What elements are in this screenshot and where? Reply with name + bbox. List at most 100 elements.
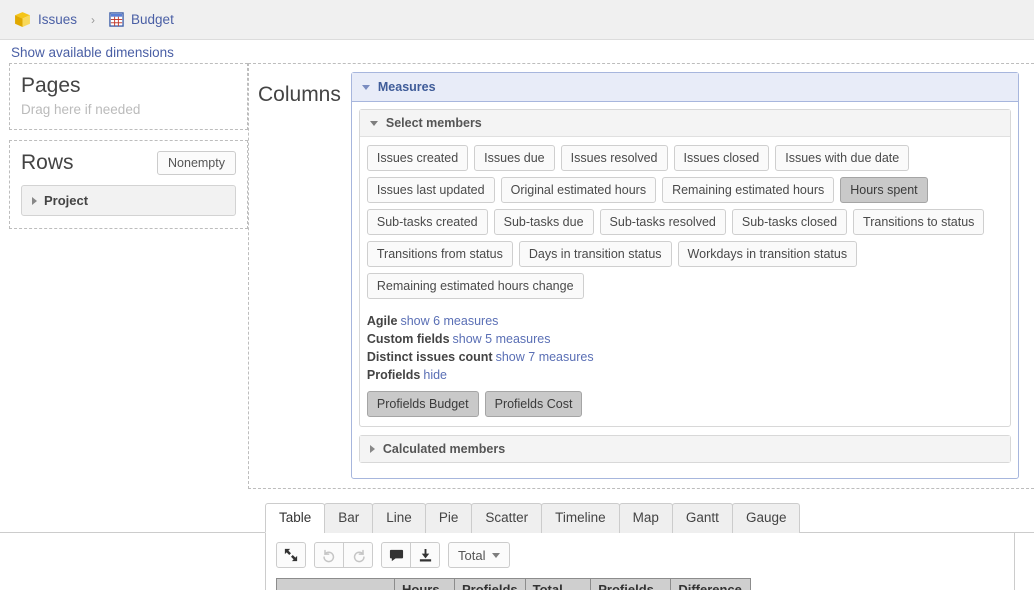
measure-chip[interactable]: Transitions to status [853, 209, 985, 235]
tab-gantt[interactable]: Gantt [671, 503, 733, 533]
measure-group-list: Agile show 6 measures Custom fields show 5 … [367, 312, 1003, 384]
chevron-down-icon [369, 120, 378, 126]
table-column-header: Profields Cost [454, 578, 526, 590]
measure-group-row: Profields hide [367, 366, 1003, 384]
pages-dropzone[interactable]: Pages Drag here if needed [9, 63, 248, 130]
breadcrumb-bar: Issues › Budget [0, 0, 1034, 40]
measure-group-name: Profields [366, 368, 421, 382]
left-zones: Pages Drag here if needed Rows Nonempty … [0, 63, 248, 239]
tab-bar[interactable]: Bar [324, 503, 374, 533]
dimensions-row: Show available dimensions [0, 40, 1034, 63]
tab-scatter[interactable]: Scatter [471, 503, 543, 533]
toolbar-group-fullscreen [276, 542, 306, 568]
measure-chip[interactable]: Remaining estimated hours change [366, 273, 584, 299]
calculated-members-title: Calculated members [382, 442, 506, 456]
measure-chip[interactable]: Sub-tasks due [493, 209, 594, 235]
tab-map[interactable]: Map [618, 503, 673, 533]
table-toolbar: Total [276, 542, 1004, 568]
measure-chip[interactable]: Workdays in transition status [677, 241, 858, 267]
grid-icon [109, 12, 124, 27]
chevron-down-icon [361, 84, 370, 90]
measures-title: Measures [377, 80, 436, 94]
rows-dropzone[interactable]: Rows Nonempty Project [9, 140, 248, 229]
pages-title: Pages [21, 74, 81, 97]
select-members-title: Select members [385, 116, 482, 130]
select-members-header[interactable]: Select members [359, 110, 1010, 137]
chevron-down-icon [492, 552, 501, 558]
measure-chip[interactable]: Original estimated hours [500, 177, 657, 203]
measure-group-toggle-link[interactable]: show 5 measures [453, 332, 551, 346]
right-zones: Columns Measures Select members Issues c… [248, 63, 1034, 489]
chevron-right-icon [369, 445, 375, 453]
pivot-table: Hours spentProfields CostTotal CostProfi… [276, 578, 752, 590]
measure-group-name: Agile [366, 314, 398, 328]
show-available-dimensions-link[interactable]: Show available dimensions [11, 45, 174, 60]
profields-measure-chip[interactable]: Profields Budget [366, 391, 479, 417]
undo-button[interactable] [314, 542, 344, 568]
calculated-members-section: Calculated members [358, 435, 1011, 463]
main-layout: Pages Drag here if needed Rows Nonempty … [0, 63, 1034, 489]
columns-title: Columns [258, 83, 341, 106]
measure-chip[interactable]: Remaining estimated hours [662, 177, 835, 203]
measures-header[interactable]: Measures [351, 73, 1018, 102]
nonempty-button[interactable]: Nonempty [157, 151, 236, 175]
measures-body: Select members Issues created Issues due I… [352, 102, 1018, 478]
measure-group-name: Distinct issues count [366, 350, 493, 364]
table-column-header: Total Cost [524, 578, 592, 590]
cube-icon [14, 11, 31, 28]
breadcrumb: Issues › Budget [14, 11, 174, 28]
pivot-table-head: Hours spentProfields CostTotal CostProfi… [276, 578, 752, 590]
tab-table[interactable]: Table [265, 503, 326, 533]
measure-group-toggle-link[interactable]: hide [423, 368, 447, 382]
table-column-header: Profields Budget [590, 578, 672, 590]
chevron-right-icon [32, 196, 37, 205]
measure-chip[interactable]: Issues last updated [366, 177, 495, 203]
visualization-tabs: Table Bar Line Pie Scatter Timeline Map Gantt Ga… [0, 502, 1034, 533]
rows-header: Rows Nonempty [21, 150, 236, 176]
breadcrumb-item-budget[interactable]: Budget [131, 12, 174, 27]
calculated-members-header[interactable]: Calculated members [359, 436, 1010, 462]
measure-group-toggle-link[interactable]: show 6 measures [400, 314, 498, 328]
columns-dropzone[interactable]: Columns Measures Select members Issues c… [248, 63, 1034, 489]
table-column-header: Hours spent [394, 578, 455, 590]
toolbar-group-history [314, 542, 373, 568]
measure-chip[interactable]: Issues with due date [775, 145, 910, 171]
measure-chip[interactable]: Issues resolved [560, 145, 668, 171]
measure-group-toggle-link[interactable]: show 7 measures [496, 350, 594, 364]
tab-gauge[interactable]: Gauge [731, 503, 801, 533]
toolbar-group-actions [381, 542, 440, 568]
measure-chip[interactable]: Sub-tasks resolved [599, 209, 726, 235]
download-button[interactable] [410, 542, 440, 568]
breadcrumb-item-issues[interactable]: Issues [38, 12, 77, 27]
measure-chip[interactable]: Transitions from status [366, 241, 513, 267]
tab-timeline[interactable]: Timeline [541, 503, 620, 533]
measure-chip[interactable]: Issues created [366, 145, 469, 171]
pages-hint: Drag here if needed [21, 102, 141, 117]
measure-group-row: Distinct issues count show 7 measures [367, 348, 1003, 366]
breadcrumb-separator: › [91, 12, 96, 27]
measure-chip[interactable]: Hours spent [840, 177, 928, 203]
tab-line[interactable]: Line [372, 503, 426, 533]
measure-chip[interactable]: Days in transition status [518, 241, 672, 267]
rows-item-project[interactable]: Project [21, 185, 236, 216]
rows-item-label: Project [44, 193, 89, 208]
table-corner-cell [276, 578, 395, 590]
table-header-row: Hours spentProfields CostTotal CostProfi… [276, 578, 752, 590]
table-column-header: Difference [670, 578, 752, 590]
measure-chip[interactable]: Issues due [474, 145, 555, 171]
total-dropdown[interactable]: Total [448, 542, 511, 568]
tab-pie[interactable]: Pie [424, 503, 473, 533]
measure-chip[interactable]: Sub-tasks created [366, 209, 488, 235]
total-dropdown-label: Total [458, 547, 486, 563]
select-members-section: Select members Issues created Issues due I… [358, 109, 1011, 427]
redo-button[interactable] [343, 542, 373, 568]
measure-chip-list: Issues created Issues due Issues resolved I… [366, 145, 1003, 299]
profields-measure-chip[interactable]: Profields Cost [484, 391, 583, 417]
measure-group-row: Custom fields show 5 measures [367, 330, 1003, 348]
comment-button[interactable] [381, 542, 411, 568]
rows-title: Rows [21, 151, 74, 174]
measure-chip[interactable]: Sub-tasks closed [731, 209, 848, 235]
fullscreen-button[interactable] [276, 542, 306, 568]
measure-chip[interactable]: Issues closed [673, 145, 770, 171]
measures-panel: Measures Select members Issues created Is… [350, 72, 1019, 479]
